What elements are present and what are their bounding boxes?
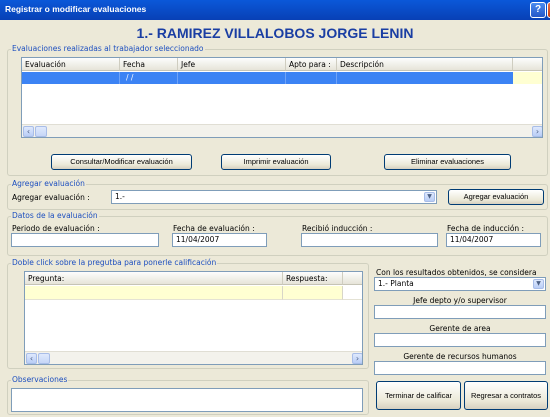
eval-date-field[interactable]: 11/04/2007	[172, 233, 267, 247]
add-evaluation-label: Agregar evaluación :	[12, 193, 90, 202]
scroll-thumb[interactable]	[35, 126, 47, 137]
window-title: Registrar o modificar evaluaciones	[5, 4, 147, 14]
consult-evaluation-button[interactable]: Consultar/Modificar evaluación	[51, 154, 192, 170]
apt-select[interactable]: 1.- Planta ▼	[374, 277, 546, 291]
evaluation-select-value: 1.-	[115, 192, 125, 201]
induction-label: Recibió inducción :	[302, 224, 373, 233]
help-button[interactable]: ?	[530, 2, 546, 18]
question-cell[interactable]	[25, 286, 283, 300]
hr-manager-label: Gerente de recursos humanos	[403, 352, 517, 361]
period-field[interactable]	[11, 233, 159, 247]
col-header-evaluacion[interactable]: Evaluación	[22, 58, 120, 71]
col-header-jefe[interactable]: Jefe	[178, 58, 286, 71]
scroll-right-icon[interactable]: ›	[532, 126, 542, 137]
col-header-filler	[343, 272, 362, 285]
scroll-right-icon[interactable]: ›	[352, 353, 362, 364]
add-evaluation-legend: Agregar evaluación	[11, 179, 86, 188]
add-evaluation-button[interactable]: Agregar evaluación	[448, 189, 544, 205]
eval-date-label: Fecha de evaluación :	[173, 224, 255, 233]
area-manager-label: Gerente de area	[429, 324, 491, 333]
supervisor-label: Jefe depto y/o supervisor	[413, 296, 507, 305]
evaluations-table[interactable]: Evaluación Fecha Jefe Apto para : Descri…	[21, 57, 543, 138]
scroll-thumb[interactable]	[38, 353, 50, 364]
scroll-left-icon[interactable]: ‹	[23, 126, 34, 137]
questions-scrollbar[interactable]: ‹ ›	[25, 351, 362, 364]
questions-legend: Doble click sobre la pregutba para poner…	[11, 258, 218, 267]
apt-select-value: 1.- Planta	[378, 279, 414, 288]
cell-fecha: / /	[120, 72, 178, 84]
chevron-down-icon[interactable]: ▼	[533, 279, 544, 289]
answer-cell[interactable]	[283, 286, 343, 300]
evaluations-legend: Evaluaciones realizadas al trabajador se…	[11, 44, 205, 53]
induction-field[interactable]	[301, 233, 438, 247]
filler-cell	[343, 286, 362, 300]
induction-date-field[interactable]: 11/04/2007	[446, 233, 541, 247]
worker-name: 1.- RAMIREZ VILLALOBOS JORGE LENIN	[136, 25, 414, 41]
finish-grading-button[interactable]: Terminar de calificar	[376, 381, 461, 410]
col-header-fecha[interactable]: Fecha	[120, 58, 178, 71]
cell-descripcion	[337, 72, 513, 84]
col-header-filler	[513, 58, 542, 71]
evaluation-data-legend: Datos de la evaluación	[11, 211, 99, 220]
col-header-pregunta[interactable]: Pregunta:	[25, 272, 283, 285]
chevron-down-icon[interactable]: ▼	[424, 192, 435, 202]
observations-legend: Observaciones	[11, 375, 69, 384]
table-row[interactable]: / /	[22, 72, 513, 84]
induction-date-label: Fecha de inducción :	[447, 224, 525, 233]
area-manager-field[interactable]	[374, 333, 546, 347]
observations-field[interactable]	[11, 388, 363, 412]
cell-apto	[286, 72, 337, 84]
period-label: Periodo de evaluación :	[12, 224, 100, 233]
row-filler-cell	[513, 72, 542, 84]
hr-manager-field[interactable]	[374, 361, 546, 375]
cell-jefe	[178, 72, 286, 84]
col-header-apto[interactable]: Apto para :	[286, 58, 337, 71]
cell-evaluacion	[22, 72, 120, 84]
print-evaluation-button[interactable]: Imprimir evaluación	[221, 154, 331, 170]
back-to-contracts-button[interactable]: Regresar a contratos	[464, 381, 548, 410]
col-header-respuesta[interactable]: Respuesta:	[283, 272, 343, 285]
questions-table[interactable]: Pregunta: Respuesta: ‹ ›	[24, 271, 363, 365]
evaluation-select[interactable]: 1.- ▼	[111, 190, 437, 204]
delete-evaluations-button[interactable]: Eliminar evaluaciones	[384, 154, 511, 170]
col-header-descripcion[interactable]: Descripción	[337, 58, 513, 71]
evaluations-scrollbar[interactable]: ‹ ›	[22, 124, 542, 137]
scroll-left-icon[interactable]: ‹	[26, 353, 37, 364]
supervisor-field[interactable]	[374, 305, 546, 319]
